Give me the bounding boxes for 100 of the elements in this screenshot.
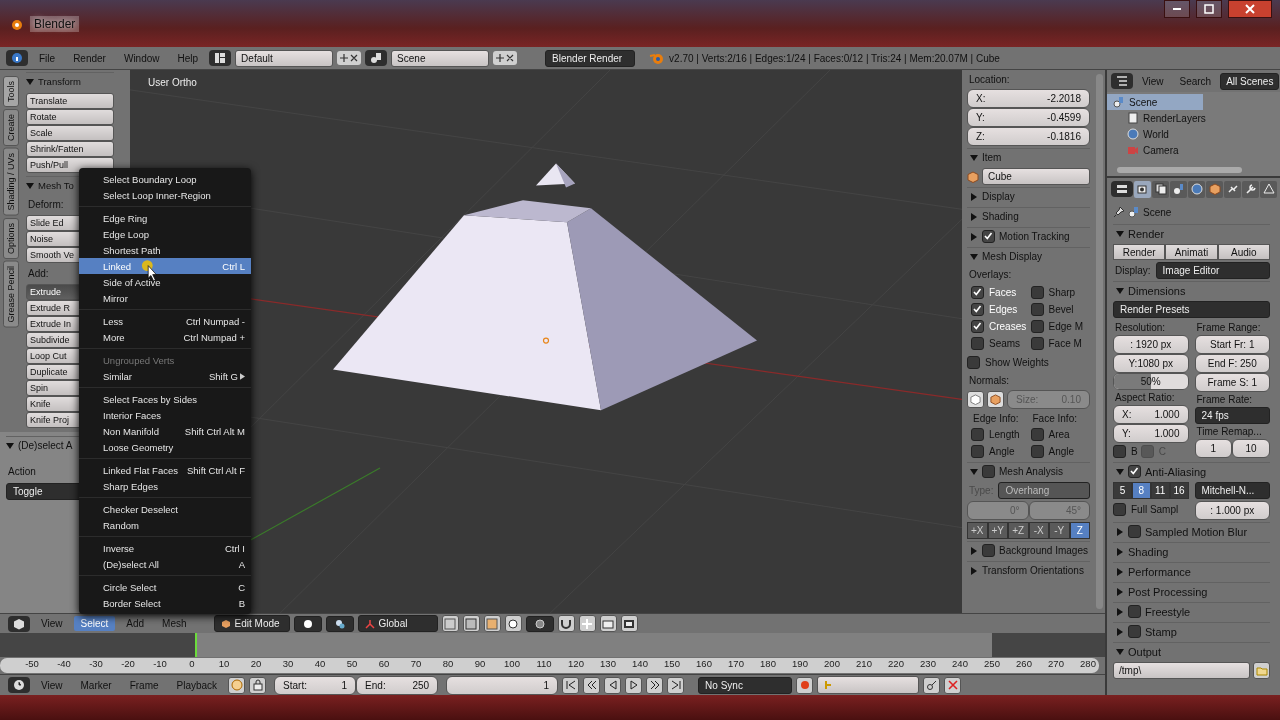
frame-field[interactable]: End F: 250 [1194, 354, 1270, 373]
pin-icon[interactable] [1113, 206, 1125, 218]
tool-tab[interactable]: Tools [3, 76, 19, 107]
remap-field[interactable]: 10 [1232, 439, 1270, 458]
number-field[interactable]: Y: -0.4599 [967, 108, 1090, 127]
vertex-select-icon[interactable] [441, 615, 459, 633]
render-icon[interactable] [599, 615, 617, 633]
checkbox[interactable] [982, 544, 995, 557]
checkbox[interactable] [1030, 303, 1044, 316]
disclosure-icon[interactable] [1116, 467, 1124, 476]
render-presets-dropdown[interactable]: Render Presets [1113, 301, 1270, 318]
tool-button[interactable]: Scale [26, 125, 114, 141]
edge-select-icon[interactable] [462, 615, 480, 633]
checkbox[interactable] [1113, 503, 1126, 516]
menu-item[interactable]: Mesh [155, 616, 194, 632]
occlude-icon[interactable] [504, 615, 522, 633]
checkbox[interactable] [1128, 465, 1141, 478]
tree-item[interactable]: Scene [1107, 94, 1203, 110]
render-engine-dropdown[interactable]: Blender Render [545, 49, 636, 67]
checkbox[interactable] [1030, 286, 1044, 299]
checkbox[interactable] [1030, 320, 1044, 333]
checkbox[interactable] [971, 337, 984, 350]
tree-item[interactable]: World [1107, 126, 1280, 142]
layout-field[interactable]: Default [235, 49, 334, 67]
menu-item[interactable]: Select [73, 616, 116, 632]
axis-toggle[interactable]: -X [1028, 522, 1049, 539]
render-button[interactable]: Audio [1217, 244, 1270, 260]
menu-item[interactable]: Linked Ctrl L [79, 258, 251, 274]
disclosure-icon[interactable] [970, 192, 978, 201]
resolution-field[interactable]: : 1920 px [1113, 335, 1189, 354]
menu-item[interactable]: File [32, 50, 63, 66]
menu-item[interactable]: Circle Select C [79, 579, 251, 595]
jump-start-icon[interactable] [562, 676, 580, 694]
scene-icon[interactable] [365, 50, 388, 66]
menu-item[interactable]: Render [66, 50, 113, 66]
minimize-button[interactable] [1164, 0, 1190, 18]
end-frame-field[interactable]: End: 250 [356, 675, 439, 695]
disclosure-icon[interactable] [26, 181, 34, 190]
menu-item[interactable]: Add [119, 616, 152, 632]
checkbox[interactable] [982, 230, 995, 243]
filter-dropdown[interactable]: Mitchell-N... [1194, 482, 1270, 499]
disclosure-icon[interactable] [970, 546, 978, 555]
tool-button[interactable]: Shrink/Fatten [26, 141, 114, 157]
record-icon[interactable] [796, 676, 814, 694]
mode-dropdown[interactable]: Edit Mode [213, 615, 290, 633]
remap-field[interactable]: 1 [1194, 439, 1233, 458]
menu-item[interactable]: (De)select All A [79, 556, 251, 572]
frame-field[interactable]: Start Fr: 1 [1194, 335, 1270, 354]
menu-item[interactable]: Linked Flat Faces Shift Ctrl Alt F [79, 462, 251, 478]
type-dropdown[interactable]: Overhang [998, 482, 1090, 499]
tool-tab[interactable]: Shading / UVs [3, 148, 19, 216]
menu-item[interactable]: Random [79, 517, 251, 533]
percentage-slider[interactable]: 50% [1113, 373, 1189, 390]
disclosure-icon[interactable] [6, 441, 14, 450]
key-icon[interactable] [923, 676, 941, 694]
editor-type-button[interactable] [8, 615, 30, 632]
object-name-field[interactable]: Cube [982, 168, 1090, 185]
output-path-field[interactable]: /tmp\ [1113, 662, 1250, 679]
aspect-field[interactable]: X: 1.000 [1113, 405, 1189, 424]
properties-tab[interactable] [1260, 180, 1277, 198]
checkbox[interactable] [1128, 525, 1141, 538]
editor-type-button[interactable] [8, 677, 30, 694]
filter-size-field[interactable]: : 1.000 px [1194, 501, 1270, 520]
menu-item[interactable]: Inverse Ctrl I [79, 540, 251, 556]
menu-item[interactable]: View [34, 616, 70, 632]
timeline-track[interactable] [0, 633, 1105, 658]
disclosure-icon[interactable] [1116, 647, 1124, 656]
editor-type-button[interactable] [1111, 181, 1133, 197]
add-remove-icon[interactable] [337, 51, 362, 65]
number-field[interactable]: Z: -0.1816 [967, 127, 1090, 146]
disclosure-icon[interactable] [1116, 286, 1124, 295]
render-button[interactable]: Animati [1165, 244, 1218, 260]
disclosure-icon[interactable] [970, 252, 978, 261]
checkbox[interactable] [1030, 445, 1044, 458]
checkbox[interactable] [1113, 445, 1126, 458]
editor-type-button[interactable] [6, 50, 28, 66]
add-remove-icon[interactable] [493, 51, 518, 65]
checkbox[interactable] [1128, 605, 1141, 618]
play-icon[interactable] [625, 676, 643, 694]
menu-item[interactable]: Loose Geometry [79, 439, 251, 455]
disclosure-icon[interactable] [1116, 587, 1124, 596]
current-frame-line[interactable] [195, 633, 198, 658]
axis-toggle[interactable]: -Y [1049, 522, 1070, 539]
disclosure-icon[interactable] [970, 153, 978, 162]
disclosure-icon[interactable] [1116, 547, 1124, 556]
menu-item[interactable]: Help [170, 50, 206, 66]
disclosure-icon[interactable] [1116, 607, 1124, 616]
render-button[interactable]: Render [1113, 244, 1166, 260]
checkbox[interactable] [971, 445, 984, 458]
maximize-button[interactable] [1196, 0, 1222, 18]
checkbox[interactable] [1128, 625, 1141, 638]
start-frame-field[interactable]: Start: 1 [274, 675, 357, 695]
face-select-icon[interactable] [483, 615, 501, 633]
resolution-field[interactable]: Y:1080 px [1113, 354, 1189, 373]
properties-tab[interactable] [1242, 180, 1259, 198]
axis-toggle[interactable]: +X [967, 522, 988, 539]
face-normals-button[interactable] [987, 391, 1004, 408]
menu-item[interactable]: Border Select B [79, 595, 251, 611]
keying-set-field[interactable] [817, 676, 920, 695]
checkbox[interactable] [982, 465, 995, 478]
